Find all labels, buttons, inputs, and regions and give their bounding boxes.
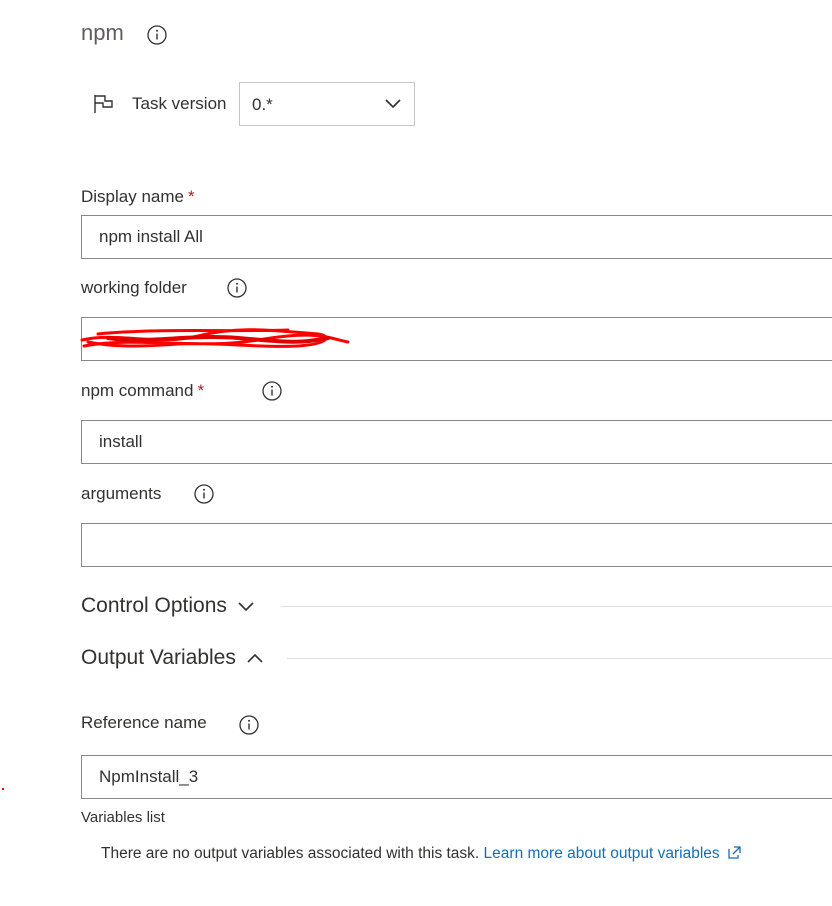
working-folder-label: working folder <box>81 278 187 297</box>
section-divider <box>281 606 832 607</box>
chevron-up-icon <box>247 653 263 663</box>
chevron-down-icon <box>238 602 254 612</box>
external-link-icon[interactable] <box>728 846 741 859</box>
display-name-label-text: Display name <box>81 187 184 206</box>
task-version-value: 0.* <box>252 95 273 114</box>
chevron-down-icon <box>385 99 401 109</box>
npm-command-label: npm command * <box>81 381 204 401</box>
control-options-toggle[interactable]: Control Options <box>81 594 255 618</box>
display-name-input[interactable] <box>81 215 832 259</box>
task-version-dropdown[interactable]: 0.* <box>239 82 415 126</box>
no-variables-message: There are no output variables associated… <box>101 845 741 863</box>
npm-command-input[interactable] <box>81 420 832 464</box>
info-icon[interactable] <box>262 381 282 401</box>
section-divider <box>287 658 832 659</box>
info-icon[interactable] <box>239 715 259 735</box>
info-icon[interactable] <box>147 25 167 45</box>
redaction-scribble <box>80 328 350 348</box>
flag-icon <box>94 95 113 113</box>
variables-list-label: Variables list <box>81 809 165 826</box>
control-options-heading: Control Options <box>81 594 227 617</box>
info-icon[interactable] <box>194 484 214 504</box>
learn-more-link[interactable]: Learn more about output variables <box>484 845 720 862</box>
task-version-label: Task version <box>132 94 227 113</box>
required-marker: * <box>197 381 205 400</box>
reference-name-label: Reference name <box>81 713 207 732</box>
required-marker: * <box>188 187 195 206</box>
arguments-label: arguments <box>81 484 162 503</box>
task-title: npm <box>81 20 124 45</box>
display-name-label: Display name * <box>81 187 195 207</box>
output-variables-heading: Output Variables <box>81 646 236 669</box>
npm-command-label-text: npm command <box>81 381 194 400</box>
no-variables-text: There are no output variables associated… <box>101 845 480 862</box>
reference-name-input[interactable] <box>81 755 832 799</box>
arguments-input[interactable] <box>81 523 832 567</box>
info-icon[interactable] <box>227 278 247 298</box>
stray-mark <box>2 788 4 790</box>
output-variables-toggle[interactable]: Output Variables <box>81 646 264 670</box>
